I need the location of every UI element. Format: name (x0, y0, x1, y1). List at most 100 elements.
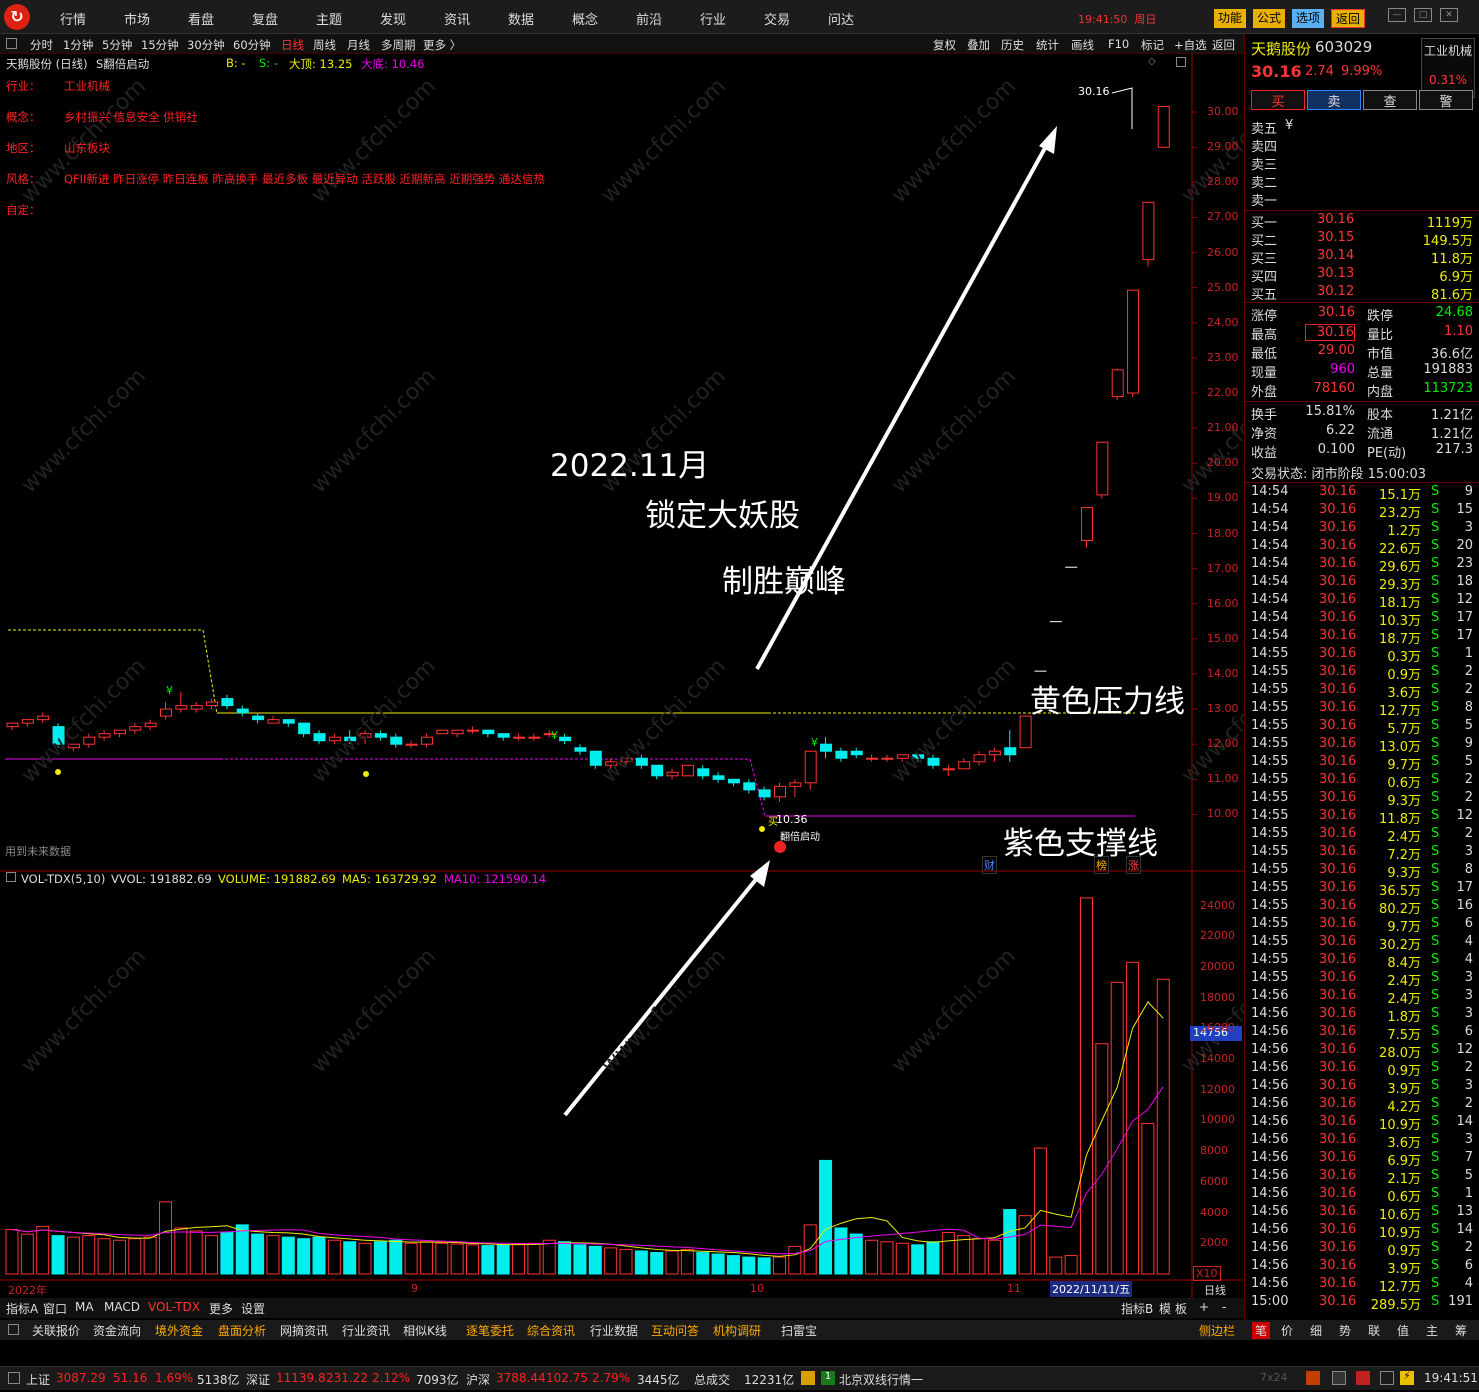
menu-12[interactable]: 问达 (828, 9, 854, 28)
industry-box[interactable]: 工业机械 0.31% (1421, 38, 1475, 98)
nav-8[interactable]: 综合资讯 (527, 1322, 575, 1339)
vol-indicator-name[interactable]: VOL-TDX(5,10) (21, 872, 105, 886)
tool-7[interactable]: +自选 (1174, 37, 1207, 53)
indicator-tab-6[interactable]: 设置 (241, 1300, 265, 1317)
menu-8[interactable]: 概念 (572, 9, 598, 28)
menu-5[interactable]: 发现 (380, 9, 406, 28)
menu-10[interactable]: 行业 (700, 9, 726, 28)
menu-9[interactable]: 前沿 (636, 9, 662, 28)
buy-price-2[interactable]: 30.14 (1317, 248, 1354, 263)
period-2[interactable]: 5分钟 (102, 37, 132, 53)
buy-price-1[interactable]: 30.15 (1317, 230, 1354, 245)
nav-10[interactable]: 互动问答 (651, 1322, 699, 1339)
indicator-b-tab-3[interactable]: + (1199, 1300, 1209, 1314)
tool-8[interactable]: 返回 (1212, 37, 1235, 53)
period-7[interactable]: 周线 (313, 37, 336, 53)
indicator-b-tab-0[interactable]: 指标B (1121, 1300, 1153, 1317)
indicator-b-tab-1[interactable]: 模 (1159, 1300, 1171, 1317)
right-tab-7[interactable]: 筹 (1455, 1322, 1467, 1339)
tool-2[interactable]: 历史 (1001, 37, 1024, 53)
nav-5[interactable]: 行业资讯 (342, 1322, 390, 1339)
indicator-tab-3[interactable]: MACD (104, 1300, 140, 1314)
right-tab-1[interactable]: 价 (1281, 1322, 1293, 1339)
indicator-tab-0[interactable]: 指标A (6, 1300, 38, 1317)
nav-2[interactable]: 境外资金 (155, 1322, 203, 1339)
back-button[interactable]: 返回 (1331, 9, 1366, 28)
right-tab-6[interactable]: 主 (1426, 1322, 1438, 1339)
chart-icon[interactable] (1380, 1371, 1394, 1385)
nav-toggle-icon[interactable] (8, 1324, 19, 1335)
nav-0[interactable]: 关联报价 (32, 1322, 80, 1339)
flash-icon[interactable]: ⚡ (1400, 1371, 1414, 1385)
formula-button[interactable]: 公式 (1253, 9, 1286, 28)
info-value-3[interactable]: QFII新进 昨日涨停 昨日连板 昨高换手 最近多板 最近异动 活跃股 近期新高… (64, 171, 545, 187)
indicator-tab-5[interactable]: 更多 (209, 1300, 233, 1317)
tool-6[interactable]: 标记 (1141, 37, 1164, 53)
tool-0[interactable]: 复权 (933, 37, 956, 53)
vol-panel-toggle-icon[interactable] (6, 872, 16, 882)
period-5[interactable]: 60分钟 (233, 37, 271, 53)
monitor-icon[interactable] (1332, 1371, 1346, 1385)
nav-6[interactable]: 相似K线 (403, 1322, 447, 1339)
action-button-1[interactable]: 卖 (1307, 90, 1361, 110)
action-button-3[interactable]: 警 (1419, 90, 1473, 110)
kline-chart[interactable]: ¥ ¥ ¥ www.cfchi.com www.cfchi.com www.cfchi.c… (0, 54, 1244, 1300)
action-button-0[interactable]: 买 (1251, 90, 1305, 110)
period-3[interactable]: 15分钟 (141, 37, 179, 53)
nav-11[interactable]: 机构调研 (713, 1322, 761, 1339)
tool-3[interactable]: 统计 (1036, 37, 1059, 53)
info-value-2[interactable]: 山东板块 (64, 140, 110, 156)
status-toggle-icon[interactable] (8, 1372, 20, 1384)
menu-0[interactable]: 行情 (60, 9, 86, 28)
right-tab-4[interactable]: 联 (1368, 1322, 1380, 1339)
sh-index-name[interactable]: 上证 (26, 1371, 50, 1388)
indicator-b-tab-2[interactable]: 板 (1175, 1300, 1187, 1317)
menu-6[interactable]: 资讯 (444, 9, 470, 28)
nav-3[interactable]: 盘面分析 (218, 1322, 266, 1339)
close-icon[interactable]: ✕ (1440, 8, 1458, 22)
indicator-name[interactable]: S翻倍启动 (96, 56, 149, 72)
hs-index-name[interactable]: 沪深 (466, 1371, 490, 1388)
right-tab-5[interactable]: 值 (1397, 1322, 1409, 1339)
buy-price-0[interactable]: 30.16 (1317, 212, 1354, 227)
nav-4[interactable]: 网摘资讯 (280, 1322, 328, 1339)
right-tab-0[interactable]: 笔 (1252, 1322, 1271, 1339)
period-10[interactable]: 更多 〉 (423, 37, 461, 53)
menu-7[interactable]: 数据 (508, 9, 534, 28)
sidebar-toggle-icon[interactable] (6, 38, 17, 49)
menu-11[interactable]: 交易 (764, 9, 790, 28)
panel-max-icon[interactable] (1176, 57, 1186, 67)
period-0[interactable]: 分时 (30, 37, 53, 53)
info-value-1[interactable]: 乡村振兴 信息安全 供销社 (64, 109, 198, 125)
diamond-icon[interactable]: ◇ (1148, 56, 1160, 68)
buy-price-4[interactable]: 30.12 (1317, 284, 1354, 299)
menu-3[interactable]: 复盘 (252, 9, 278, 28)
grid-icon[interactable] (1306, 1371, 1320, 1385)
indicator-tab-2[interactable]: MA (75, 1300, 94, 1314)
nav-12[interactable]: 扫雷宝 (781, 1322, 817, 1339)
indicator-b-tab-4[interactable]: - (1222, 1300, 1226, 1314)
menu-4[interactable]: 主题 (316, 9, 342, 28)
alert-icon[interactable] (1356, 1371, 1370, 1385)
feed-name[interactable]: 北京双线行情一 (839, 1371, 923, 1388)
finance-marker[interactable]: 财 (982, 856, 997, 874)
tool-5[interactable]: F10 (1108, 37, 1129, 51)
nav-9[interactable]: 行业数据 (590, 1322, 638, 1339)
tool-4[interactable]: 画线 (1071, 37, 1094, 53)
menu-2[interactable]: 看盘 (188, 9, 214, 28)
options-button[interactable]: 选项 (1292, 9, 1325, 28)
period-4[interactable]: 30分钟 (187, 37, 225, 53)
feed-icon[interactable] (801, 1371, 815, 1385)
info-value-0[interactable]: 工业机械 (64, 78, 110, 94)
function-button[interactable]: 功能 (1214, 9, 1247, 28)
sz-index-name[interactable]: 深证 (246, 1371, 270, 1388)
nav-7[interactable]: 逐笔委托 (466, 1322, 514, 1339)
right-tab-2[interactable]: 细 (1310, 1322, 1322, 1339)
period-9[interactable]: 多周期 (381, 37, 416, 53)
right-tab-3[interactable]: 势 (1339, 1322, 1351, 1339)
period-8[interactable]: 月线 (347, 37, 370, 53)
indicator-tab-4[interactable]: VOL-TDX (148, 1300, 200, 1314)
sidebar-button[interactable]: 侧边栏 (1199, 1322, 1235, 1339)
nav-1[interactable]: 资金流向 (93, 1322, 141, 1339)
period-1[interactable]: 1分钟 (63, 37, 93, 53)
